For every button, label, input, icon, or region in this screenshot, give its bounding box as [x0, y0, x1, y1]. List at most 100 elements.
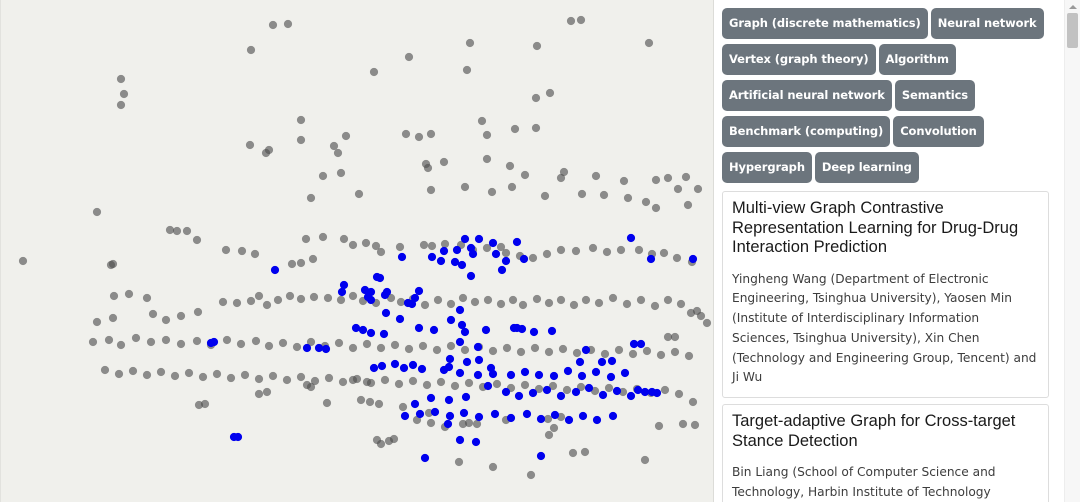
scatter-point-unselected[interactable]: [292, 342, 302, 352]
scatter-point-selected[interactable]: [612, 386, 622, 396]
scatter-point-selected[interactable]: [471, 437, 481, 447]
tag-pill[interactable]: Semantics: [894, 80, 976, 111]
scatter-point-selected[interactable]: [481, 325, 491, 335]
scatter-point-unselected[interactable]: [450, 381, 460, 391]
scatter-point-unselected[interactable]: [505, 161, 515, 171]
scatter-point-selected[interactable]: [457, 260, 467, 270]
scatter-point-unselected[interactable]: [526, 470, 536, 480]
scatter-point-selected[interactable]: [563, 366, 573, 376]
scatter-point-unselected[interactable]: [170, 371, 180, 381]
scatter-point-unselected[interactable]: [659, 248, 669, 258]
scatter-point-unselected[interactable]: [333, 148, 343, 158]
scatter-point-unselected[interactable]: [395, 242, 405, 252]
scatter-point-unselected[interactable]: [676, 299, 686, 309]
tag-pill[interactable]: Benchmark (computing): [722, 116, 891, 147]
scatter-point-selected[interactable]: [509, 323, 519, 333]
scatter-point-unselected[interactable]: [376, 247, 386, 257]
scatter-point-unselected[interactable]: [510, 124, 520, 134]
scatter-point-unselected[interactable]: [599, 190, 609, 200]
scatter-point-selected[interactable]: [375, 273, 385, 283]
scatter-point-unselected[interactable]: [660, 385, 670, 395]
scatter-point-unselected[interactable]: [148, 309, 158, 319]
scatter-point-selected[interactable]: [390, 359, 400, 369]
scatter-point-unselected[interactable]: [116, 340, 126, 350]
scatter-point-selected[interactable]: [380, 290, 390, 300]
scatter-point-unselected[interactable]: [549, 423, 559, 433]
scatter-point-unselected[interactable]: [460, 182, 470, 192]
scatter-point-selected[interactable]: [536, 451, 546, 461]
scatter-point-unselected[interactable]: [432, 345, 442, 355]
scatter-point-unselected[interactable]: [684, 351, 694, 361]
scatter-point-unselected[interactable]: [142, 370, 152, 380]
scatter-point-unselected[interactable]: [496, 299, 506, 309]
scatter-point-selected[interactable]: [450, 257, 460, 267]
scatter-point-unselected[interactable]: [688, 397, 698, 407]
scatter-point-unselected[interactable]: [672, 253, 682, 263]
scatter-point-unselected[interactable]: [540, 191, 550, 201]
scatter-point-selected[interactable]: [468, 249, 478, 259]
scatter-point-selected[interactable]: [607, 356, 617, 366]
scatter-point-unselected[interactable]: [374, 399, 384, 409]
scatter-point-unselected[interactable]: [651, 203, 661, 213]
scatter-point-unselected[interactable]: [427, 241, 437, 251]
scatter-point-unselected[interactable]: [568, 448, 578, 458]
scatter-point-unselected[interactable]: [88, 337, 98, 347]
scatter-point-unselected[interactable]: [614, 345, 624, 355]
scatter-point-unselected[interactable]: [296, 372, 306, 382]
scatter-point-selected[interactable]: [577, 371, 587, 381]
scatter-point-unselected[interactable]: [640, 455, 650, 465]
scatter-point-unselected[interactable]: [394, 379, 404, 389]
scatter-point-unselected[interactable]: [580, 447, 590, 457]
scatter-point-unselected[interactable]: [18, 256, 28, 266]
scatter-point-unselected[interactable]: [470, 297, 480, 307]
scatter-point-unselected[interactable]: [508, 295, 518, 305]
scatter-point-selected[interactable]: [646, 254, 656, 264]
scatter-point-selected[interactable]: [417, 364, 427, 374]
scatter-point-selected[interactable]: [321, 344, 331, 354]
scatter-point-unselected[interactable]: [361, 238, 371, 248]
scatter-point-unselected[interactable]: [608, 293, 618, 303]
scatter-point-selected[interactable]: [474, 412, 484, 422]
scatter-point-selected[interactable]: [455, 368, 465, 378]
tag-pill[interactable]: Artificial neural network: [722, 80, 892, 111]
scatter-point-selected[interactable]: [652, 388, 662, 398]
scatter-point-selected[interactable]: [426, 393, 436, 403]
scatter-point-unselected[interactable]: [528, 253, 538, 263]
scatter-point-selected[interactable]: [514, 391, 524, 401]
scatter-point-selected[interactable]: [520, 367, 530, 377]
scatter-point-selected[interactable]: [522, 409, 532, 419]
scatter-point-unselected[interactable]: [602, 247, 612, 257]
scatter-point-selected[interactable]: [455, 305, 465, 315]
scatter-point-unselected[interactable]: [182, 226, 192, 236]
scatter-point-selected[interactable]: [408, 360, 418, 370]
scatter-point-unselected[interactable]: [460, 345, 470, 355]
scatter-point-selected[interactable]: [400, 411, 410, 421]
scatter-point-unselected[interactable]: [419, 240, 429, 250]
scatter-point-unselected[interactable]: [308, 254, 318, 264]
scatter-point-unselected[interactable]: [104, 335, 114, 345]
scatter-point-selected[interactable]: [474, 234, 484, 244]
scatter-point-unselected[interactable]: [673, 184, 683, 194]
scatter-point-unselected[interactable]: [376, 439, 386, 449]
scatter-point-selected[interactable]: [549, 371, 559, 381]
scatter-point-unselected[interactable]: [663, 332, 673, 342]
scatter-point-selected[interactable]: [462, 357, 472, 367]
scatter-point-unselected[interactable]: [92, 317, 102, 327]
scrollbar-thumb[interactable]: [1067, 13, 1078, 48]
scatter-point-unselected[interactable]: [212, 369, 222, 379]
scatter-point-unselected[interactable]: [487, 187, 497, 197]
scatter-point-unselected[interactable]: [268, 20, 278, 30]
scatter-point-unselected[interactable]: [198, 372, 208, 382]
scatter-point-unselected[interactable]: [440, 239, 450, 249]
results-scrollbar[interactable]: [1064, 0, 1080, 502]
scatter-point-unselected[interactable]: [108, 259, 118, 269]
scatter-point-selected[interactable]: [457, 320, 467, 330]
scatter-point-unselected[interactable]: [318, 171, 328, 181]
scatter-point-unselected[interactable]: [404, 52, 414, 62]
scatter-point-unselected[interactable]: [477, 116, 487, 126]
scatter-point-unselected[interactable]: [268, 371, 278, 381]
scatter-point-unselected[interactable]: [702, 318, 712, 328]
scatter-point-unselected[interactable]: [119, 89, 129, 99]
scatter-point-unselected[interactable]: [594, 298, 604, 308]
scatter-point-unselected[interactable]: [165, 225, 175, 235]
